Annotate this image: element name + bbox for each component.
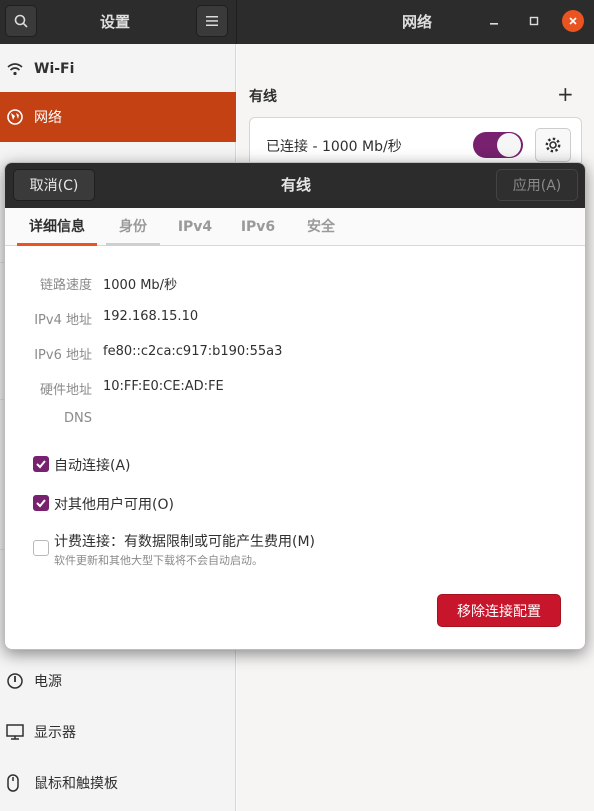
sidebar-item-label: Wi-Fi bbox=[34, 61, 75, 77]
gear-icon bbox=[545, 137, 561, 153]
section-title: 有线 bbox=[249, 89, 277, 105]
sidebar-item-mouse[interactable]: 鼠标和触摸板 bbox=[0, 758, 236, 808]
hardware-address-value: 10:FF:E0:CE:AD:FE bbox=[103, 379, 224, 394]
dialog-header: 取消(C) 有线 应用(A) bbox=[5, 163, 585, 208]
metered-checkbox[interactable] bbox=[33, 540, 49, 556]
close-icon bbox=[569, 17, 577, 25]
minimize-button[interactable] bbox=[483, 10, 505, 32]
tab-details[interactable]: 详细信息 bbox=[17, 208, 97, 246]
checkmark-icon bbox=[36, 460, 46, 469]
connection-toggle[interactable] bbox=[473, 132, 523, 158]
dialog-tabs: 详细信息 身份 IPv4 IPv6 安全 bbox=[5, 208, 585, 246]
link-speed-value: 1000 Mb/秒 bbox=[103, 278, 178, 293]
display-icon bbox=[0, 724, 34, 740]
connection-status: 已连接 - 1000 Mb/秒 bbox=[266, 139, 402, 155]
maximize-icon bbox=[529, 16, 539, 26]
toggle-knob bbox=[497, 133, 521, 157]
tab-ipv6[interactable]: IPv6 bbox=[232, 208, 284, 246]
sidebar-item-display[interactable]: 显示器 bbox=[0, 707, 236, 757]
apply-button[interactable]: 应用(A) bbox=[496, 169, 578, 201]
maximize-button[interactable] bbox=[523, 10, 545, 32]
sidebar-item-network[interactable]: 网络 bbox=[0, 92, 236, 142]
add-connection-button[interactable]: + bbox=[557, 82, 574, 106]
header-bar: 设置 网络 bbox=[0, 0, 594, 44]
sidebar-item-label: 鼠标和触摸板 bbox=[34, 776, 118, 792]
dns-label: DNS bbox=[64, 411, 92, 426]
settings-title: 设置 bbox=[99, 13, 130, 31]
power-icon bbox=[0, 672, 34, 690]
sidebar-item-label: 显示器 bbox=[34, 725, 76, 741]
tab-security[interactable]: 安全 bbox=[295, 208, 347, 246]
ipv4-row: IPv4 地址 192.168.15.10 bbox=[5, 309, 585, 331]
hamburger-icon bbox=[206, 16, 218, 26]
sidebar-item-label: 网络 bbox=[34, 110, 62, 126]
settings-button[interactable] bbox=[535, 128, 571, 162]
ipv6-value: fe80::c2ca:c917:b190:55a3 bbox=[103, 344, 283, 359]
metered-label[interactable]: 计费连接：有数据限制或可能产生费用(M) bbox=[54, 531, 315, 551]
sidebar-item-wifi[interactable]: Wi-Fi bbox=[0, 44, 236, 94]
ipv6-label: IPv6 地址 bbox=[34, 348, 92, 363]
remove-connection-button[interactable]: 移除连接配置 bbox=[437, 594, 561, 627]
search-button[interactable] bbox=[5, 5, 37, 37]
link-speed-label: 链路速度 bbox=[39, 278, 92, 293]
hardware-address-row: 硬件地址 10:FF:E0:CE:AD:FE bbox=[5, 379, 585, 401]
all-users-checkbox[interactable] bbox=[33, 495, 49, 511]
link-speed-row: 链路速度 1000 Mb/秒 bbox=[5, 274, 585, 296]
all-users-label[interactable]: 对其他用户可用(O) bbox=[54, 494, 174, 514]
tab-identity[interactable]: 身份 bbox=[106, 208, 160, 246]
metered-description: 软件更新和其他大型下载将不会自动启动。 bbox=[54, 554, 263, 567]
close-button[interactable] bbox=[562, 10, 584, 32]
network-icon bbox=[0, 108, 34, 126]
auto-connect-checkbox[interactable] bbox=[33, 456, 49, 472]
sidebar-item-power[interactable]: 电源 bbox=[0, 656, 236, 706]
tab-ipv4[interactable]: IPv4 bbox=[169, 208, 221, 246]
mouse-icon bbox=[0, 774, 34, 792]
auto-connect-label[interactable]: 自动连接(A) bbox=[54, 455, 131, 475]
search-icon bbox=[14, 14, 28, 28]
cancel-button[interactable]: 取消(C) bbox=[13, 169, 95, 201]
hardware-address-label: 硬件地址 bbox=[39, 383, 92, 398]
dns-row: DNS bbox=[5, 411, 585, 433]
connection-dialog: 取消(C) 有线 应用(A) 详细信息 身份 IPv4 IPv6 安全 链路速度… bbox=[4, 162, 586, 650]
sidebar-item-label: 电源 bbox=[34, 674, 62, 690]
ipv4-value: 192.168.15.10 bbox=[103, 309, 199, 324]
ipv4-label: IPv4 地址 bbox=[34, 313, 92, 328]
checkmark-icon bbox=[36, 499, 46, 508]
wifi-icon bbox=[0, 61, 34, 77]
menu-button[interactable] bbox=[196, 5, 228, 37]
minimize-icon bbox=[490, 23, 498, 25]
ipv6-row: IPv6 地址 fe80::c2ca:c917:b190:55a3 bbox=[5, 344, 585, 366]
